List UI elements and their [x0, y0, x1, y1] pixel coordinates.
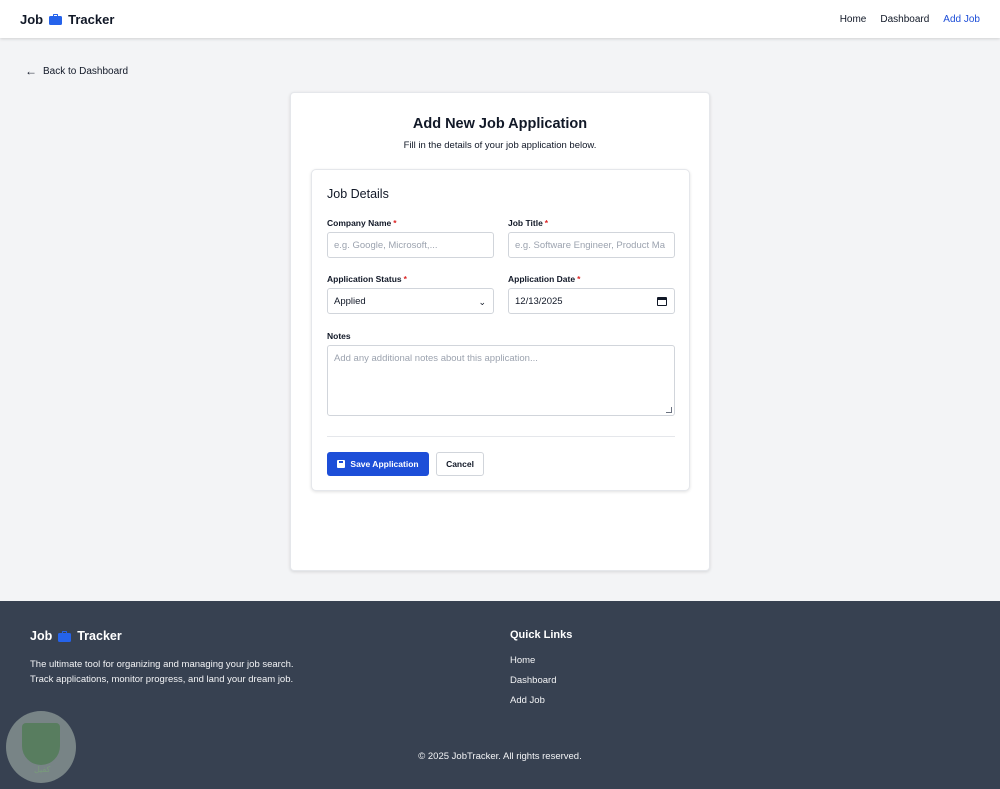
job-title-label: Job Title * [508, 218, 549, 228]
add-job-panel: Add New Job Application Fill in the deta… [290, 92, 710, 571]
footer-link-dashboard[interactable]: Dashboard [510, 675, 556, 686]
footer-brand: Job Tracker [30, 629, 122, 643]
back-to-dashboard-link[interactable]: ← Back to Dashboard [25, 64, 128, 78]
application-date-label: Application Date * [508, 274, 581, 284]
brand-text-right: Tracker [68, 11, 115, 27]
form-divider [327, 436, 675, 437]
watermark-text: كفيل [34, 765, 51, 774]
watermark-logo: كفيل [6, 711, 76, 783]
copyright: © 2025 JobTracker. All rights reserved. [418, 751, 582, 762]
footer: Job Tracker The ultimate tool for organi… [0, 601, 1000, 789]
nav-link-dashboard[interactable]: Dashboard [880, 14, 929, 25]
application-date-input[interactable]: 12/13/2025 [508, 288, 675, 314]
application-status-select[interactable]: Applied ⌄ [327, 288, 494, 314]
brand-logo[interactable]: Job Tracker [20, 12, 114, 27]
save-application-button[interactable]: Save Application [327, 452, 429, 476]
shield-icon [22, 723, 60, 765]
job-details-card: Job Details Company Name * e.g. Google, M… [311, 169, 690, 491]
footer-link-home[interactable]: Home [510, 655, 535, 666]
job-details-title: Job Details [327, 187, 389, 201]
save-icon [337, 460, 346, 468]
notes-label: Notes [327, 331, 351, 341]
application-status-label: Application Status * [327, 274, 407, 284]
job-title-input[interactable]: e.g. Software Engineer, Product Ma [508, 232, 675, 258]
briefcase-icon [49, 13, 63, 25]
page-subtitle: Fill in the details of your job applicat… [403, 140, 597, 151]
notes-textarea[interactable]: Add any additional notes about this appl… [327, 345, 675, 416]
top-navbar: Job Tracker Home Dashboard Add Job [0, 0, 1000, 38]
brand-text-left: Job [20, 11, 44, 27]
company-name-label: Company Name * [327, 218, 397, 228]
back-link-label: Back to Dashboard [43, 65, 129, 77]
resize-handle-icon[interactable] [666, 407, 672, 413]
nav-link-add-job[interactable]: Add Job [943, 14, 980, 25]
chevron-down-icon: ⌄ [478, 297, 486, 307]
company-name-input[interactable]: e.g. Google, Microsoft,... [327, 232, 494, 258]
calendar-icon[interactable] [657, 297, 667, 306]
briefcase-icon [58, 630, 72, 642]
arrow-left-icon: ← [25, 64, 37, 78]
footer-link-add-job[interactable]: Add Job [510, 695, 545, 706]
nav-links: Home Dashboard Add Job [840, 14, 980, 25]
page-title: Add New Job Application [412, 116, 588, 132]
footer-description: The ultimate tool for organizing and man… [30, 659, 294, 685]
nav-link-home[interactable]: Home [840, 14, 867, 25]
cancel-button[interactable]: Cancel [436, 452, 484, 476]
quick-links-title: Quick Links [510, 629, 573, 641]
